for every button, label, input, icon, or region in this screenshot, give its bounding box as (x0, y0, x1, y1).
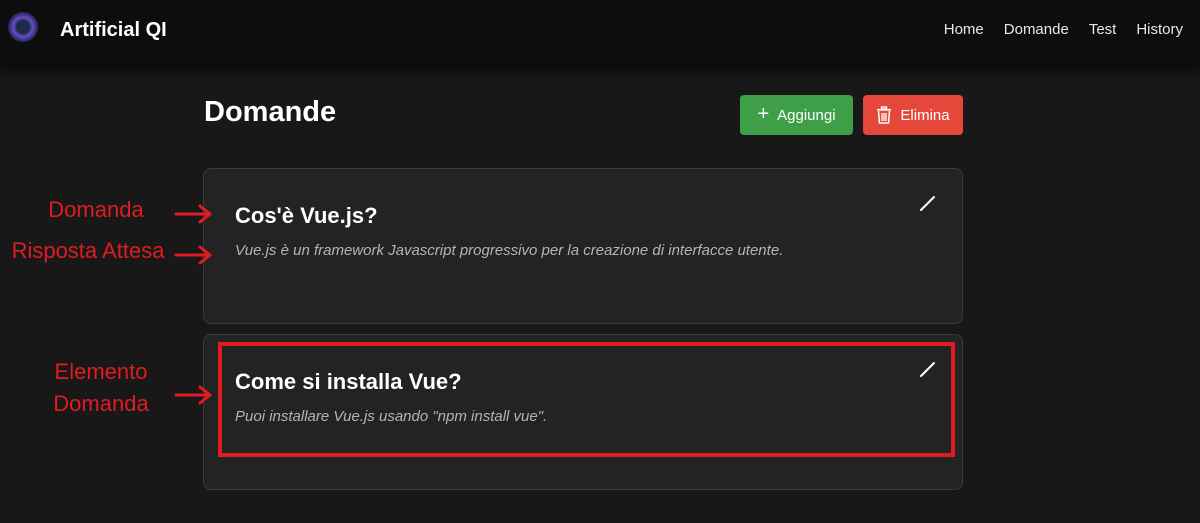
nav-links: Home Domande Test History (944, 21, 1183, 38)
question-element-highlight (218, 342, 955, 457)
arrow-right-icon (174, 245, 212, 265)
nav-item-domande[interactable]: Domande (1004, 21, 1069, 38)
edit-pencil-icon[interactable] (918, 193, 938, 213)
add-button[interactable]: + Aggiungi (740, 95, 853, 135)
brand-title[interactable]: Artificial QI (60, 19, 167, 42)
trash-icon (877, 106, 892, 124)
add-button-label: Aggiungi (777, 106, 836, 124)
top-navbar: Artificial QI Home Domande Test History (0, 0, 1200, 68)
annotation-question: Domanda (48, 197, 144, 222)
annotation-expected-answer: Risposta Attesa (11, 238, 165, 263)
delete-button-label: Elimina (900, 106, 950, 124)
nav-item-history[interactable]: History (1136, 21, 1183, 38)
annotation-element-line1: Elemento (54, 359, 148, 384)
question-text: Cos'è Vue.js? (235, 203, 378, 228)
logo-icon[interactable] (8, 12, 38, 42)
expected-answer-text: Vue.js è un framework Javascript progres… (235, 242, 784, 259)
plus-icon: + (757, 103, 770, 125)
nav-item-home[interactable]: Home (944, 21, 984, 38)
question-card[interactable]: Cos'è Vue.js? Vue.js è un framework Java… (203, 168, 963, 324)
nav-item-test[interactable]: Test (1089, 21, 1117, 38)
page-title: Domande (204, 96, 337, 128)
delete-button[interactable]: Elimina (863, 95, 963, 135)
annotation-element-line2: Domanda (53, 391, 149, 416)
arrow-right-icon (174, 385, 212, 405)
arrow-right-icon (174, 204, 212, 224)
